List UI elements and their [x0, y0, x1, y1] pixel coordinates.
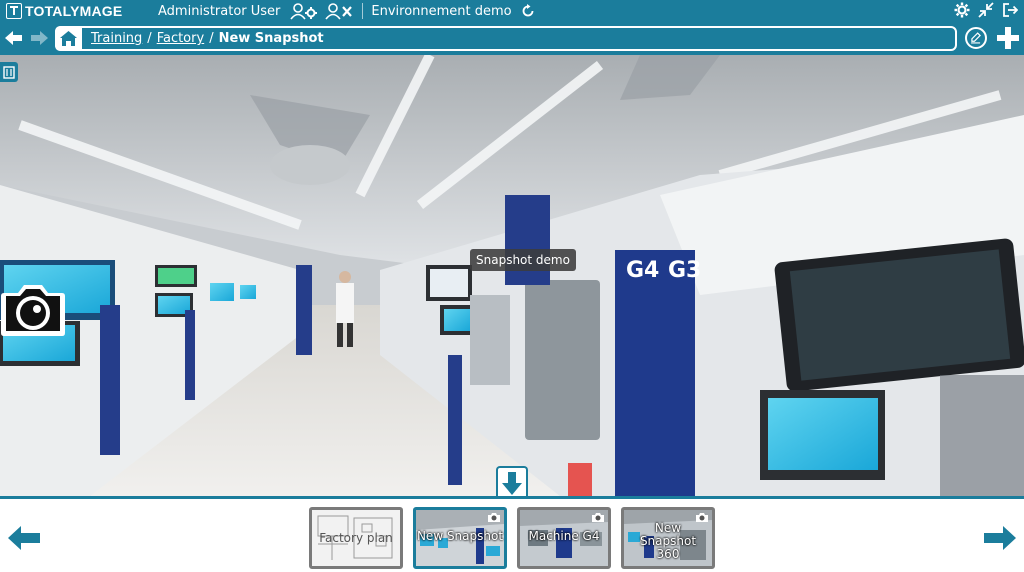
logout-icon[interactable]: [1002, 2, 1018, 18]
collapse-icon[interactable]: [978, 2, 994, 18]
next-arrow-icon[interactable]: [984, 526, 1016, 550]
camera-icon: [488, 513, 500, 522]
breadcrumb: Training / Factory / New Snapshot: [55, 26, 957, 51]
forward-arrow-icon[interactable]: [30, 30, 48, 46]
environment-name[interactable]: Environnement demo: [371, 4, 511, 19]
back-arrow-icon[interactable]: [5, 30, 23, 46]
home-icon[interactable]: [55, 26, 82, 51]
thumbnail-label: New Snapshot: [416, 529, 504, 543]
thumbnail-drawer-toggle[interactable]: [496, 466, 528, 498]
thumbnail-machine-g4[interactable]: Machine G4: [517, 507, 611, 569]
breadcrumb-separator: /: [147, 31, 152, 46]
thumbnail-label: New Snapshot 360: [639, 521, 697, 561]
logo-text: TOTALYMAGE: [25, 3, 123, 19]
plus-icon[interactable]: [996, 26, 1020, 50]
user-settings-icon[interactable]: [290, 2, 318, 20]
panorama-viewer[interactable]: G4 G3 Snapshot demo: [0, 55, 1024, 496]
breadcrumb-current: New Snapshot: [218, 31, 324, 46]
camera-icon: [592, 513, 604, 522]
floor-plan-toggle-button[interactable]: [0, 62, 18, 82]
navigation-bar: Training / Factory / New Snapshot: [0, 22, 1024, 55]
breadcrumb-factory[interactable]: Factory: [157, 31, 205, 46]
refresh-icon[interactable]: [521, 4, 535, 18]
thumbnail-label: Factory plan: [319, 531, 393, 545]
hotspot-tooltip: Snapshot demo: [470, 249, 576, 271]
thumbnail-new-snapshot-360[interactable]: New Snapshot 360: [621, 507, 715, 569]
breadcrumb-training[interactable]: Training: [91, 31, 142, 46]
user-name[interactable]: Administrator User: [158, 4, 280, 19]
panorama-image: G4 G3: [0, 55, 1024, 496]
breadcrumb-separator: /: [209, 31, 214, 46]
machine-label-g4: G4: [626, 258, 659, 283]
arrow-down-icon: [502, 472, 522, 495]
thumbnail-factory-plan[interactable]: Factory plan: [309, 507, 403, 569]
logo-mark-icon: [6, 3, 22, 19]
camera-icon[interactable]: [0, 279, 66, 337]
edit-icon[interactable]: [965, 27, 987, 49]
logo: TOTALYMAGE: [0, 0, 140, 22]
thumbnail-strip: Factory plan New Snapshot Machine G4 New…: [0, 496, 1024, 572]
gear-icon[interactable]: [954, 2, 970, 18]
machine-label-g3: G3: [668, 258, 701, 283]
camera-icon: [696, 513, 708, 522]
top-bar: TOTALYMAGE Administrator User Environnem…: [0, 0, 1024, 22]
thumbnail-new-snapshot[interactable]: New Snapshot: [413, 507, 507, 569]
thumbnail-label: Machine G4: [528, 529, 600, 543]
previous-arrow-icon[interactable]: [8, 526, 40, 550]
divider: [362, 3, 364, 19]
user-remove-icon[interactable]: [324, 2, 354, 20]
building-icon: [3, 66, 15, 79]
